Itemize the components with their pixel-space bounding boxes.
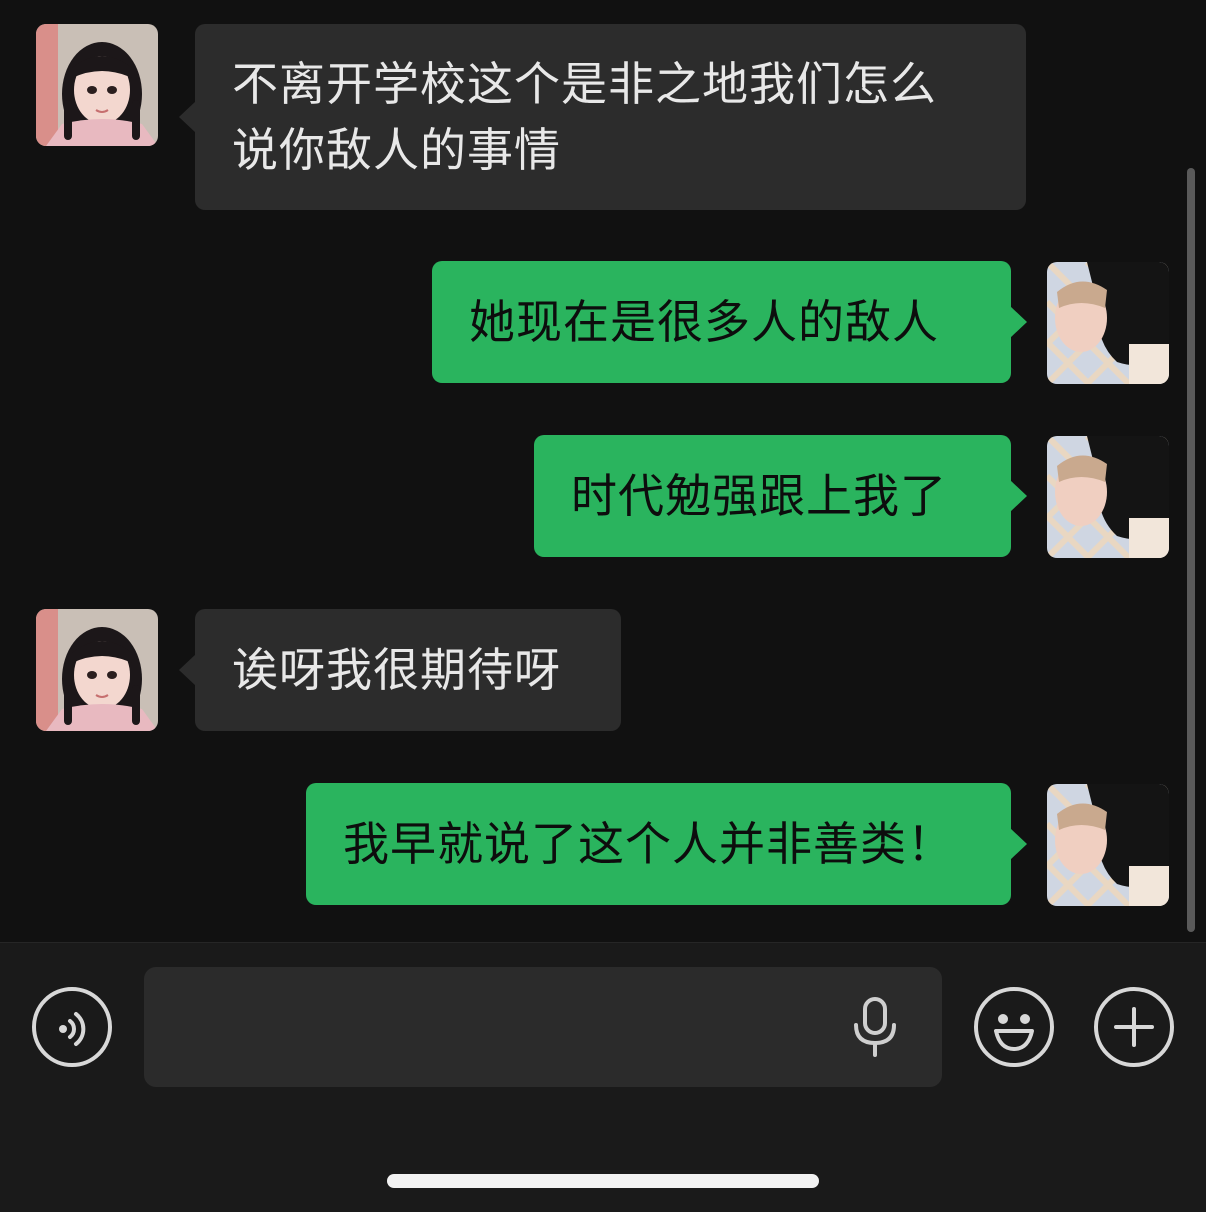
message-bubble-incoming[interactable]: 不离开学校这个是非之地我们怎么 说你敌人的事情 bbox=[179, 24, 1026, 210]
contact-avatar[interactable] bbox=[36, 24, 158, 146]
more-options-button[interactable] bbox=[1094, 987, 1174, 1067]
user-avatar[interactable] bbox=[1047, 436, 1169, 558]
voice-toggle-button[interactable] bbox=[32, 987, 112, 1067]
message-text: 不离开学校这个是非之地我们怎么 说你敌人的事情 bbox=[232, 57, 937, 177]
scrollbar[interactable] bbox=[1187, 168, 1195, 932]
message-text: 诶呀我很期待呀 bbox=[232, 643, 561, 697]
message-text: 我早就说了这个人并非善类！ bbox=[343, 817, 954, 871]
bubble-tail bbox=[1010, 306, 1027, 338]
message-text: 时代勉强跟上我了 bbox=[571, 469, 947, 523]
message-bubble-outgoing[interactable]: 她现在是很多人的敌人 bbox=[432, 261, 1027, 383]
bubble-tail bbox=[1010, 480, 1027, 512]
voice-icon bbox=[59, 1012, 86, 1046]
chat-screen: 不离开学校这个是非之地我们怎么 说你敌人的事情 她现在是很多人的敌人 时代勉强跟… bbox=[0, 0, 1206, 1212]
microphone-icon[interactable] bbox=[850, 997, 900, 1057]
message-list[interactable]: 不离开学校这个是非之地我们怎么 说你敌人的事情 她现在是很多人的敌人 时代勉强跟… bbox=[0, 0, 1206, 942]
bubble-tail bbox=[179, 101, 196, 133]
message-bubble-incoming[interactable]: 诶呀我很期待呀 bbox=[179, 609, 621, 731]
user-avatar-image bbox=[1047, 436, 1169, 558]
message-input[interactable] bbox=[168, 987, 828, 1067]
message-text: 她现在是很多人的敌人 bbox=[469, 295, 939, 349]
user-avatar-image bbox=[1047, 262, 1169, 384]
bubble-tail bbox=[179, 654, 196, 686]
plus-icon bbox=[1114, 1007, 1154, 1047]
bubble-tail bbox=[1010, 828, 1027, 860]
girl-avatar-image bbox=[36, 609, 158, 731]
user-avatar[interactable] bbox=[1047, 262, 1169, 384]
emoji-button[interactable] bbox=[974, 987, 1054, 1067]
message-input-box[interactable] bbox=[144, 967, 942, 1087]
girl-avatar-image bbox=[36, 24, 158, 146]
home-indicator[interactable] bbox=[387, 1174, 819, 1188]
user-avatar-image bbox=[1047, 784, 1169, 906]
message-bubble-outgoing[interactable]: 时代勉强跟上我了 bbox=[534, 435, 1027, 557]
emoji-icon bbox=[994, 1014, 1034, 1051]
input-bar bbox=[0, 942, 1206, 1212]
message-bubble-outgoing[interactable]: 我早就说了这个人并非善类！ bbox=[306, 783, 1027, 905]
user-avatar[interactable] bbox=[1047, 784, 1169, 906]
contact-avatar[interactable] bbox=[36, 609, 158, 731]
